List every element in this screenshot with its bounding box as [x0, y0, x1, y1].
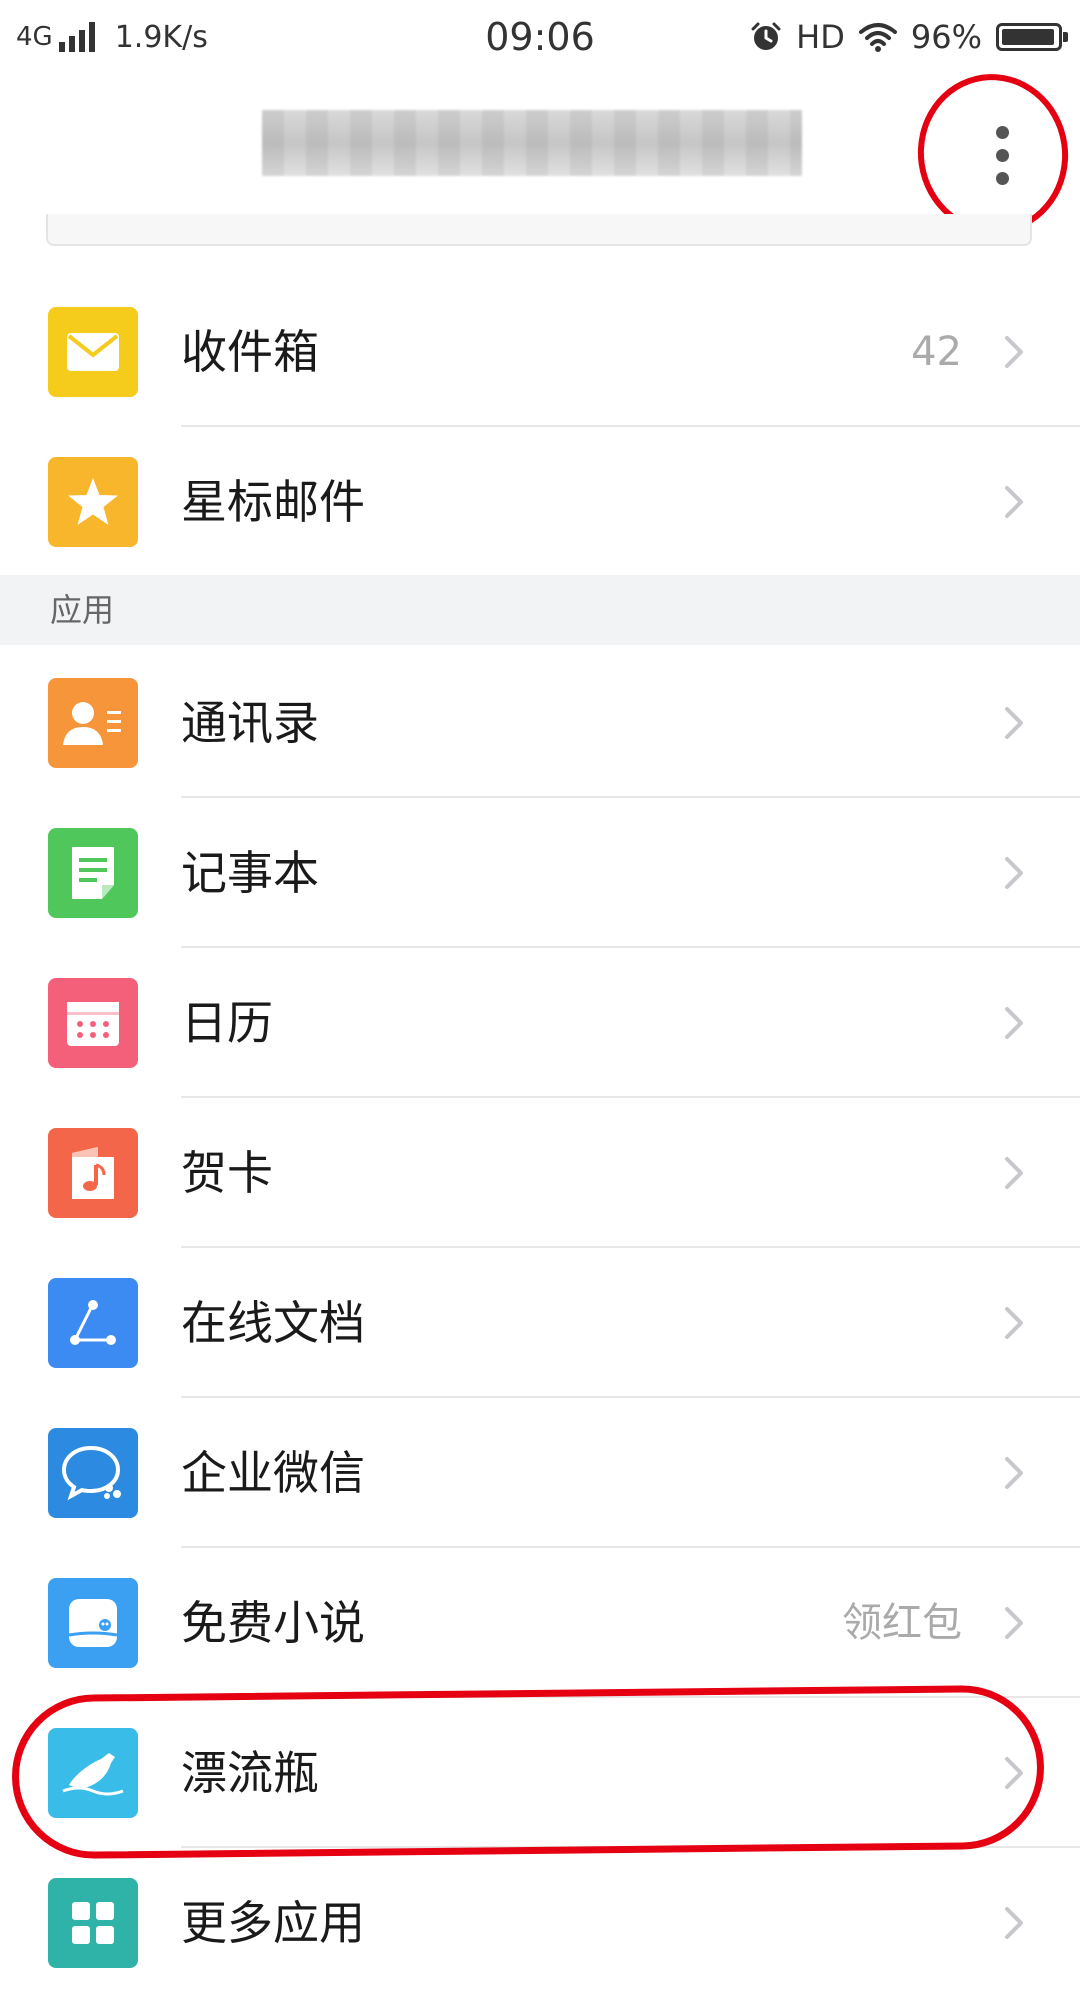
section-header-apps: 应用	[0, 575, 1080, 645]
star-icon	[48, 457, 138, 547]
row-label: 星标邮件	[181, 475, 365, 529]
calendar-icon	[48, 978, 138, 1068]
search-bar[interactable]	[46, 214, 1032, 246]
chevron-right-icon	[1005, 336, 1023, 368]
red-packet-label: 领红包	[842, 1600, 962, 1646]
row-calendar[interactable]: 日历	[0, 948, 1080, 1098]
row-label: 通讯录	[181, 696, 319, 750]
chevron-right-icon	[1005, 1307, 1023, 1339]
account-title-blurred	[262, 110, 802, 176]
chevron-right-icon	[1005, 1457, 1023, 1489]
row-starred[interactable]: 星标邮件	[0, 427, 1080, 577]
novel-icon	[48, 1578, 138, 1668]
wifi-icon	[858, 23, 897, 52]
annotation-ellipse	[11, 1684, 1045, 1860]
chevron-right-icon	[1005, 486, 1023, 518]
row-free-novel[interactable]: 免费小说 领红包	[0, 1548, 1080, 1698]
row-label: 免费小说	[181, 1596, 365, 1650]
row-label: 记事本	[181, 846, 319, 900]
battery-icon	[996, 23, 1068, 51]
row-inbox[interactable]: 收件箱 42	[0, 277, 1080, 427]
row-more-apps[interactable]: 更多应用	[0, 1848, 1080, 1998]
row-contacts[interactable]: 通讯录	[0, 648, 1080, 798]
chevron-right-icon	[1005, 1007, 1023, 1039]
chevron-right-icon	[1005, 1157, 1023, 1189]
row-label: 企业微信	[181, 1446, 365, 1500]
row-notebook[interactable]: 记事本	[0, 798, 1080, 948]
row-online-docs[interactable]: 在线文档	[0, 1248, 1080, 1398]
chevron-right-icon	[1005, 857, 1023, 889]
alarm-icon	[751, 22, 781, 50]
more-apps-icon	[48, 1878, 138, 1968]
row-label: 收件箱	[181, 325, 319, 379]
hd-indicator: HD	[796, 18, 845, 56]
chevron-right-icon	[1005, 1607, 1023, 1639]
greeting-card-icon	[48, 1128, 138, 1218]
section-title: 应用	[50, 591, 115, 629]
online-docs-icon	[48, 1278, 138, 1368]
contacts-icon	[48, 678, 138, 768]
row-label: 更多应用	[181, 1896, 365, 1950]
wecom-icon	[48, 1428, 138, 1518]
notebook-icon	[48, 828, 138, 918]
chevron-right-icon	[1005, 1907, 1023, 1939]
mail-icon	[48, 307, 138, 397]
status-right: HD 96%	[750, 14, 1068, 60]
row-label: 贺卡	[181, 1146, 273, 1200]
row-label: 在线文档	[181, 1296, 365, 1350]
row-greeting-card[interactable]: 贺卡	[0, 1098, 1080, 1248]
row-wecom[interactable]: 企业微信	[0, 1398, 1080, 1548]
status-bar: 4G 1.9K/s 09:06 HD 96%	[0, 0, 1080, 74]
chevron-right-icon	[1005, 707, 1023, 739]
inbox-count: 42	[911, 329, 962, 375]
row-label: 日历	[181, 996, 273, 1050]
battery-percent: 96%	[910, 18, 982, 56]
